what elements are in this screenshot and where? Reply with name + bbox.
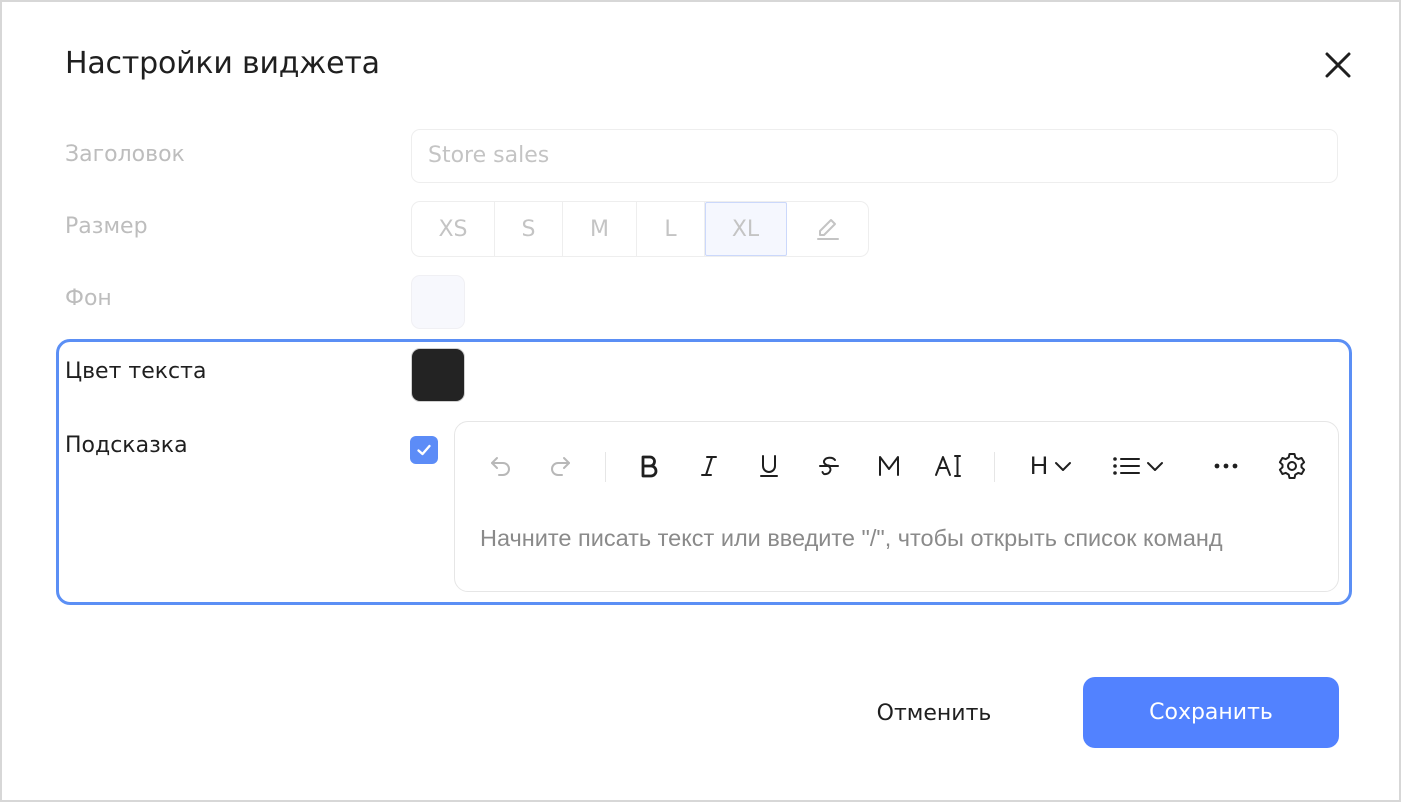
checkmark-icon — [417, 444, 431, 456]
undo-icon — [491, 457, 510, 476]
size-option-l[interactable]: L — [637, 202, 705, 256]
close-icon — [1325, 52, 1351, 78]
size-label: Размер — [65, 214, 148, 239]
more-icon — [1214, 463, 1238, 469]
heading-icon: H — [1029, 451, 1049, 480]
hint-label: Подсказка — [65, 433, 188, 458]
title-field-label: Заголовок — [65, 142, 185, 167]
background-color-swatch[interactable] — [411, 275, 465, 329]
chevron-down-icon — [1055, 462, 1072, 471]
size-option-xl[interactable]: XL — [705, 202, 787, 256]
more-button[interactable] — [1210, 450, 1242, 482]
list-icon — [1113, 457, 1140, 475]
monospace-button[interactable] — [873, 450, 905, 482]
save-button[interactable]: Сохранить — [1083, 677, 1339, 748]
background-label: Фон — [65, 286, 112, 311]
heading-dropdown[interactable]: H — [1023, 450, 1081, 482]
toolbar-divider — [994, 452, 995, 482]
cancel-button[interactable]: Отменить — [851, 678, 1017, 748]
monospace-icon — [879, 456, 899, 476]
size-option-xs[interactable]: XS — [412, 202, 495, 256]
list-dropdown[interactable] — [1109, 450, 1169, 482]
editor-placeholder: Начните писать текст или введите "/", чт… — [480, 525, 1223, 551]
title-input[interactable]: Store sales — [411, 129, 1338, 183]
close-button[interactable] — [1318, 45, 1358, 85]
underline-icon — [760, 455, 778, 477]
hint-editor[interactable]: H Начните писать текст или введите "/", … — [454, 421, 1339, 592]
text-color-swatch[interactable] — [411, 348, 465, 402]
toolbar-divider — [605, 452, 606, 482]
undo-button[interactable] — [485, 450, 517, 482]
size-custom-button[interactable] — [787, 202, 868, 256]
size-option-s[interactable]: S — [495, 202, 563, 256]
size-option-m[interactable]: M — [563, 202, 637, 256]
dialog-title: Настройки виджета — [65, 46, 380, 81]
size-selector: XS S M L XL — [411, 201, 869, 257]
pencil-icon — [816, 219, 839, 240]
text-color-icon — [935, 455, 961, 477]
bold-icon — [641, 455, 658, 478]
strikethrough-button[interactable] — [813, 450, 845, 482]
redo-button[interactable] — [544, 450, 576, 482]
widget-settings-dialog: Настройки виджета Заголовок Store sales … — [0, 0, 1401, 802]
strikethrough-icon — [819, 456, 839, 476]
bold-button[interactable] — [633, 450, 665, 482]
text-color-label: Цвет текста — [65, 359, 207, 384]
hint-checkbox[interactable] — [410, 436, 438, 464]
chevron-down-icon — [1147, 462, 1163, 471]
italic-icon — [701, 456, 717, 476]
redo-icon — [551, 457, 570, 476]
italic-button[interactable] — [693, 450, 725, 482]
underline-button[interactable] — [753, 450, 785, 482]
settings-icon — [1278, 453, 1306, 479]
text-color-button[interactable] — [933, 450, 965, 482]
settings-button[interactable] — [1275, 450, 1309, 482]
